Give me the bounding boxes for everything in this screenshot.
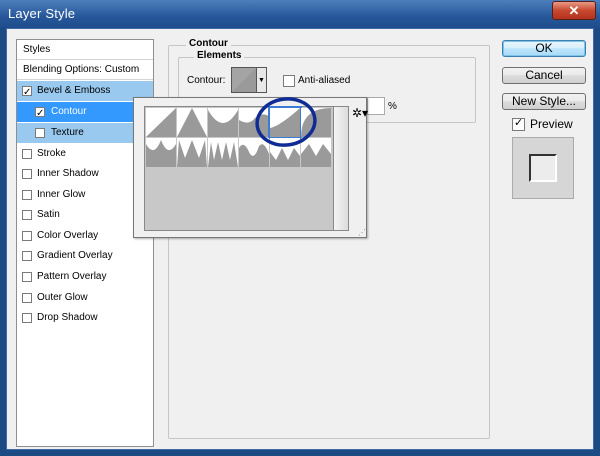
title-bar: Layer Style ✕ <box>0 0 600 28</box>
annotation-circle <box>255 97 317 147</box>
contour-dropdown-arrow[interactable]: ▼ <box>257 67 267 93</box>
gradient-overlay-checkbox[interactable] <box>22 251 32 261</box>
contour-checkbox[interactable] <box>35 104 45 124</box>
contour-preset-cone[interactable] <box>177 108 207 137</box>
gear-icon[interactable]: ✲▾ <box>352 106 368 120</box>
drop-shadow-checkbox[interactable] <box>22 313 32 323</box>
style-item-label: Outer Glow <box>37 292 88 303</box>
close-button[interactable]: ✕ <box>552 1 596 20</box>
style-item-label: Pattern Overlay <box>37 271 107 282</box>
preview-square <box>529 154 557 182</box>
blending-options[interactable]: Blending Options: Custom <box>17 60 153 80</box>
bevel-emboss-checkbox[interactable] <box>22 83 32 103</box>
inner-glow-checkbox[interactable] <box>22 190 32 200</box>
style-item-gradient-overlay[interactable]: Gradient Overlay <box>17 246 153 266</box>
range-unit: % <box>388 101 397 112</box>
layer-style-window: Layer Style ✕ Styles Blending Options: C… <box>0 0 600 456</box>
style-item-label: Inner Glow <box>37 189 86 200</box>
range-input[interactable] <box>367 97 385 115</box>
style-item-drop-shadow[interactable]: Drop Shadow <box>17 308 153 328</box>
style-item-label: Stroke <box>37 148 66 159</box>
elements-group-title: Elements <box>194 50 245 61</box>
pattern-overlay-checkbox[interactable] <box>22 272 32 282</box>
style-item-label: Bevel & Emboss <box>37 85 111 96</box>
styles-header[interactable]: Styles <box>17 40 153 60</box>
style-item-pattern-overlay[interactable]: Pattern Overlay <box>17 267 153 287</box>
style-item-label: Color Overlay <box>37 230 99 241</box>
cancel-button[interactable]: Cancel <box>502 67 586 84</box>
picker-scrollbar[interactable] <box>334 106 349 231</box>
stroke-checkbox[interactable] <box>22 149 32 159</box>
antialiased-checkbox[interactable] <box>283 75 295 87</box>
preview-label: Preview <box>530 117 573 131</box>
inner-shadow-checkbox[interactable] <box>22 169 32 179</box>
contour-group-title: Contour <box>186 38 231 49</box>
contour-label: Contour: <box>187 75 226 86</box>
preview-checkbox[interactable] <box>512 116 525 131</box>
antialiased-label: Anti-aliased <box>298 75 351 86</box>
resize-grip-icon[interactable]: ⋰ <box>358 228 366 237</box>
new-style-button[interactable]: New Style... <box>502 93 586 110</box>
style-preview-thumbnail <box>512 137 574 199</box>
style-item-label: Gradient Overlay <box>37 250 113 261</box>
outer-glow-checkbox[interactable] <box>22 293 32 303</box>
contour-preset-linear[interactable] <box>146 108 176 137</box>
contour-picker-popup: ✲▾ ⋰ <box>133 97 368 238</box>
style-item-label: Texture <box>51 127 84 138</box>
texture-checkbox[interactable] <box>35 128 45 138</box>
ok-button[interactable]: OK <box>502 40 586 57</box>
dialog-body: Styles Blending Options: Custom Bevel & … <box>6 28 594 450</box>
contour-preset-cove-deep[interactable] <box>208 108 238 137</box>
contour-preset-ring-triple[interactable] <box>208 138 238 167</box>
style-item-outer-glow[interactable]: Outer Glow <box>17 288 153 308</box>
style-item-label: Contour <box>51 106 87 117</box>
contour-thumbnail[interactable] <box>231 67 257 93</box>
style-item-label: Inner Shadow <box>37 168 99 179</box>
contour-preset-ring-double[interactable] <box>177 138 207 167</box>
color-overlay-checkbox[interactable] <box>22 231 32 241</box>
satin-checkbox[interactable] <box>22 210 32 220</box>
contour-preset-ring[interactable] <box>146 138 176 167</box>
style-item-label: Satin <box>37 209 60 220</box>
window-title: Layer Style <box>8 6 76 21</box>
style-item-label: Drop Shadow <box>37 312 98 323</box>
